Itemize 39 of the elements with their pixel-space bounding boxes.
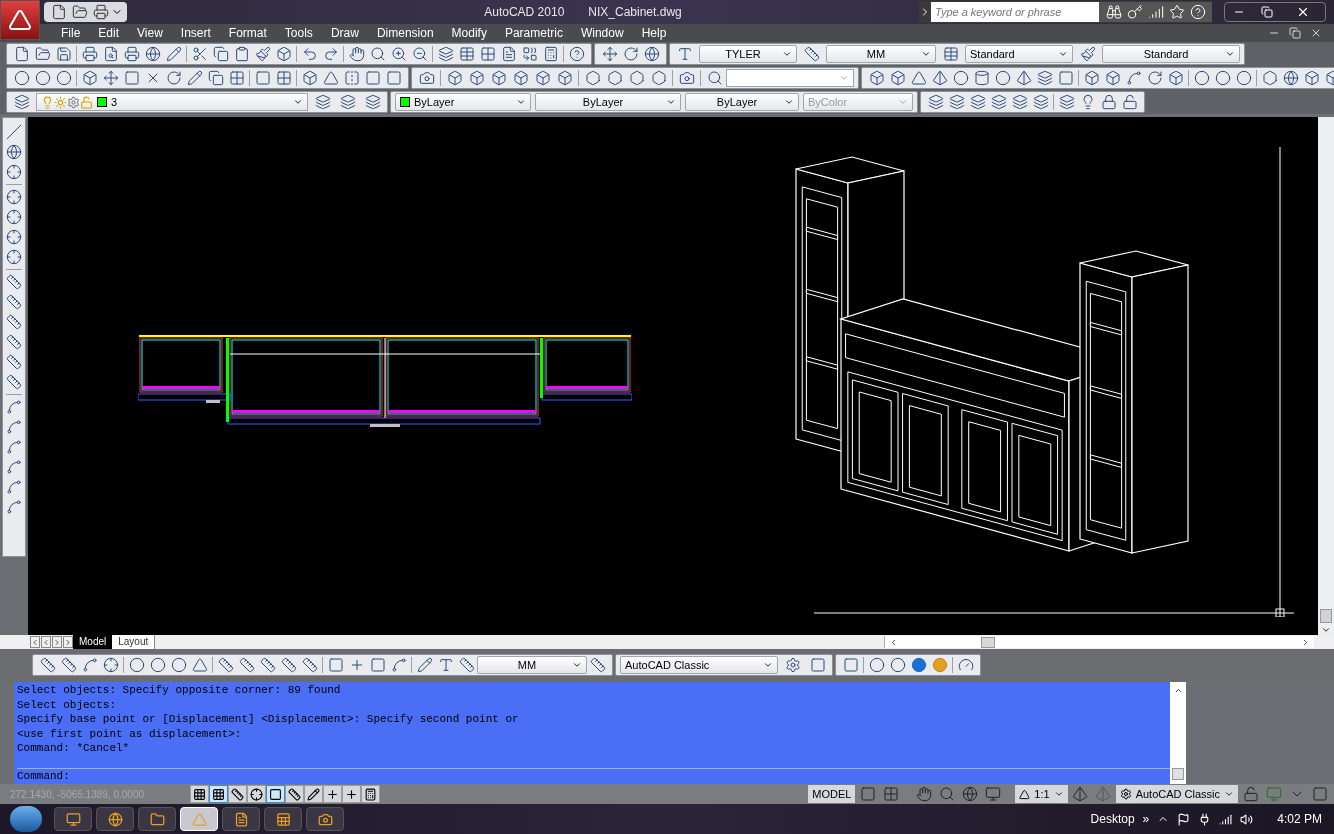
annotation-scale-button[interactable]: 1:1 [1015,785,1068,803]
menu-item[interactable]: Parametric [495,24,572,42]
menu-item[interactable]: View [128,24,172,42]
layout-tab[interactable]: Layout [112,635,156,649]
menu-item[interactable]: Draw [321,24,368,42]
model-button[interactable]: MODEL [808,785,856,803]
layer-dropdown[interactable]: 3 [36,93,308,111]
command-history-line: <use first point as displacement>: [17,726,243,741]
file-name: NIX_Cabinet.dwg [588,4,682,21]
menu-item[interactable]: Tools [275,24,322,42]
command-history-line: Select objects: [17,697,118,712]
menu-item[interactable]: Dimension [367,24,443,42]
dimension-style-dropdown[interactable]: MM [477,656,587,674]
menu-item[interactable]: Help [632,24,676,42]
menu-item[interactable]: Edit [89,24,129,42]
menu-item[interactable]: File [52,24,90,42]
lineweight-dropdown[interactable]: ByLayer [685,93,799,111]
command-history-line: Command: *Cancel* [17,741,131,756]
menu-item[interactable]: Modify [442,24,496,42]
color-dropdown[interactable]: ByLayer [395,93,531,111]
app-title: AutoCAD 2010 [484,4,565,21]
clock[interactable]: 4:02 PM [1277,810,1322,828]
search-field[interactable]: Type a keyword or phrase [931,2,1099,22]
workspace-dropdown[interactable]: AutoCAD Classic [620,656,778,674]
multileader-style-dropdown[interactable]: Standard [1102,45,1240,63]
desktop-toolbar[interactable]: Desktop [1090,810,1135,828]
command-prompt[interactable]: Command: [17,769,70,784]
dimension-style-dropdown[interactable]: MM [826,45,936,63]
layout-tab[interactable]: Model [73,635,113,649]
menu-item[interactable]: Window [571,24,633,42]
text-style-dropdown[interactable]: TYLER [699,45,797,63]
menu-item[interactable]: Insert [171,24,220,42]
table-style-dropdown[interactable]: Standard [965,45,1073,63]
workspace-button[interactable]: AutoCAD Classic [1115,785,1238,803]
command-history-line: Specify base point or [Displacement] <Displacement>: Specify second point or [17,712,520,727]
linetype-dropdown[interactable]: ByLayer [535,93,681,111]
menu-item[interactable]: Format [219,24,276,42]
command-history-line: Select objects: Specify opposite corner: 89 found [17,683,342,698]
toolbar-chevron[interactable]: » [1142,810,1150,828]
